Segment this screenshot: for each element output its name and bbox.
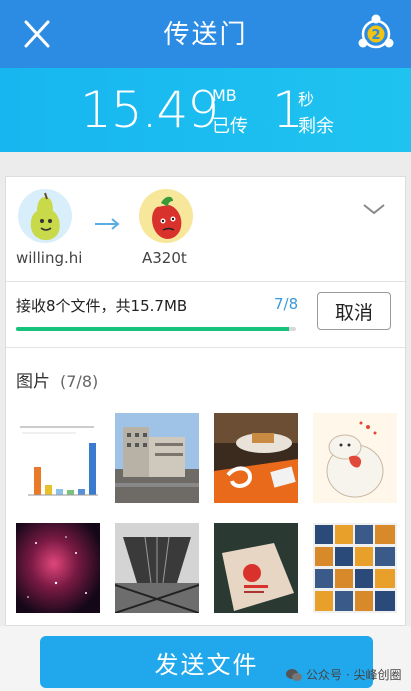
book-image[interactable] (214, 523, 298, 613)
receiver-name: A320t (142, 249, 187, 267)
city-night-image[interactable] (313, 523, 397, 613)
progress-fill (16, 327, 289, 331)
sender-avatar (18, 189, 72, 243)
sender-name: willing.hi (16, 249, 83, 267)
bar-chart-image[interactable] (16, 413, 100, 503)
divider (6, 281, 407, 282)
cake-image[interactable] (214, 413, 298, 503)
badge-number: 2 (371, 28, 380, 43)
divider (6, 347, 407, 348)
share-network-icon: 2 (358, 14, 394, 49)
cancel-button[interactable]: 取消 (317, 292, 391, 330)
building-image[interactable] (115, 413, 199, 503)
transfer-card: willing.hi A320t 接收8个文件，共15.7MB 7/8 取消 图… (5, 176, 407, 626)
chevron-down-icon[interactable] (361, 201, 387, 217)
receiver-avatar (139, 189, 193, 243)
size-caption: 已传 (212, 116, 248, 137)
page-title: 传送门 (163, 20, 248, 50)
arrow-right-icon (95, 218, 120, 230)
nebula-image[interactable] (16, 523, 100, 613)
time-unit: 秒 (298, 90, 315, 109)
cartoon-image[interactable] (313, 413, 397, 503)
transferred-size: 15.49 (80, 81, 219, 139)
bridge-image[interactable] (115, 523, 199, 613)
size-unit: MB (212, 86, 237, 105)
watermark: 公众号 · 尖峰创圈 (286, 666, 401, 683)
wechat-icon (286, 668, 302, 681)
receive-status: 接收8个文件，共15.7MB (16, 297, 188, 315)
receive-progress-count: 7/8 (274, 295, 299, 313)
section-count: (7/8) (60, 372, 99, 391)
transfer-stats: 15.49 MB 已传 1 秒 剩余 (0, 68, 411, 152)
watermark-text: 公众号 · 尖峰创圈 (306, 668, 402, 682)
time-caption: 剩余 (298, 116, 334, 137)
transfer-screen: 传送门 2 15.49 MB 已传 1 秒 剩余 willing.hi A320… (0, 0, 411, 691)
progress-bar (16, 327, 296, 331)
share-network-button[interactable]: 2 (354, 10, 398, 56)
title-bar: 传送门 2 (0, 0, 411, 68)
section-title: 图片 (7/8) (16, 367, 98, 392)
section-title-text: 图片 (16, 372, 50, 392)
